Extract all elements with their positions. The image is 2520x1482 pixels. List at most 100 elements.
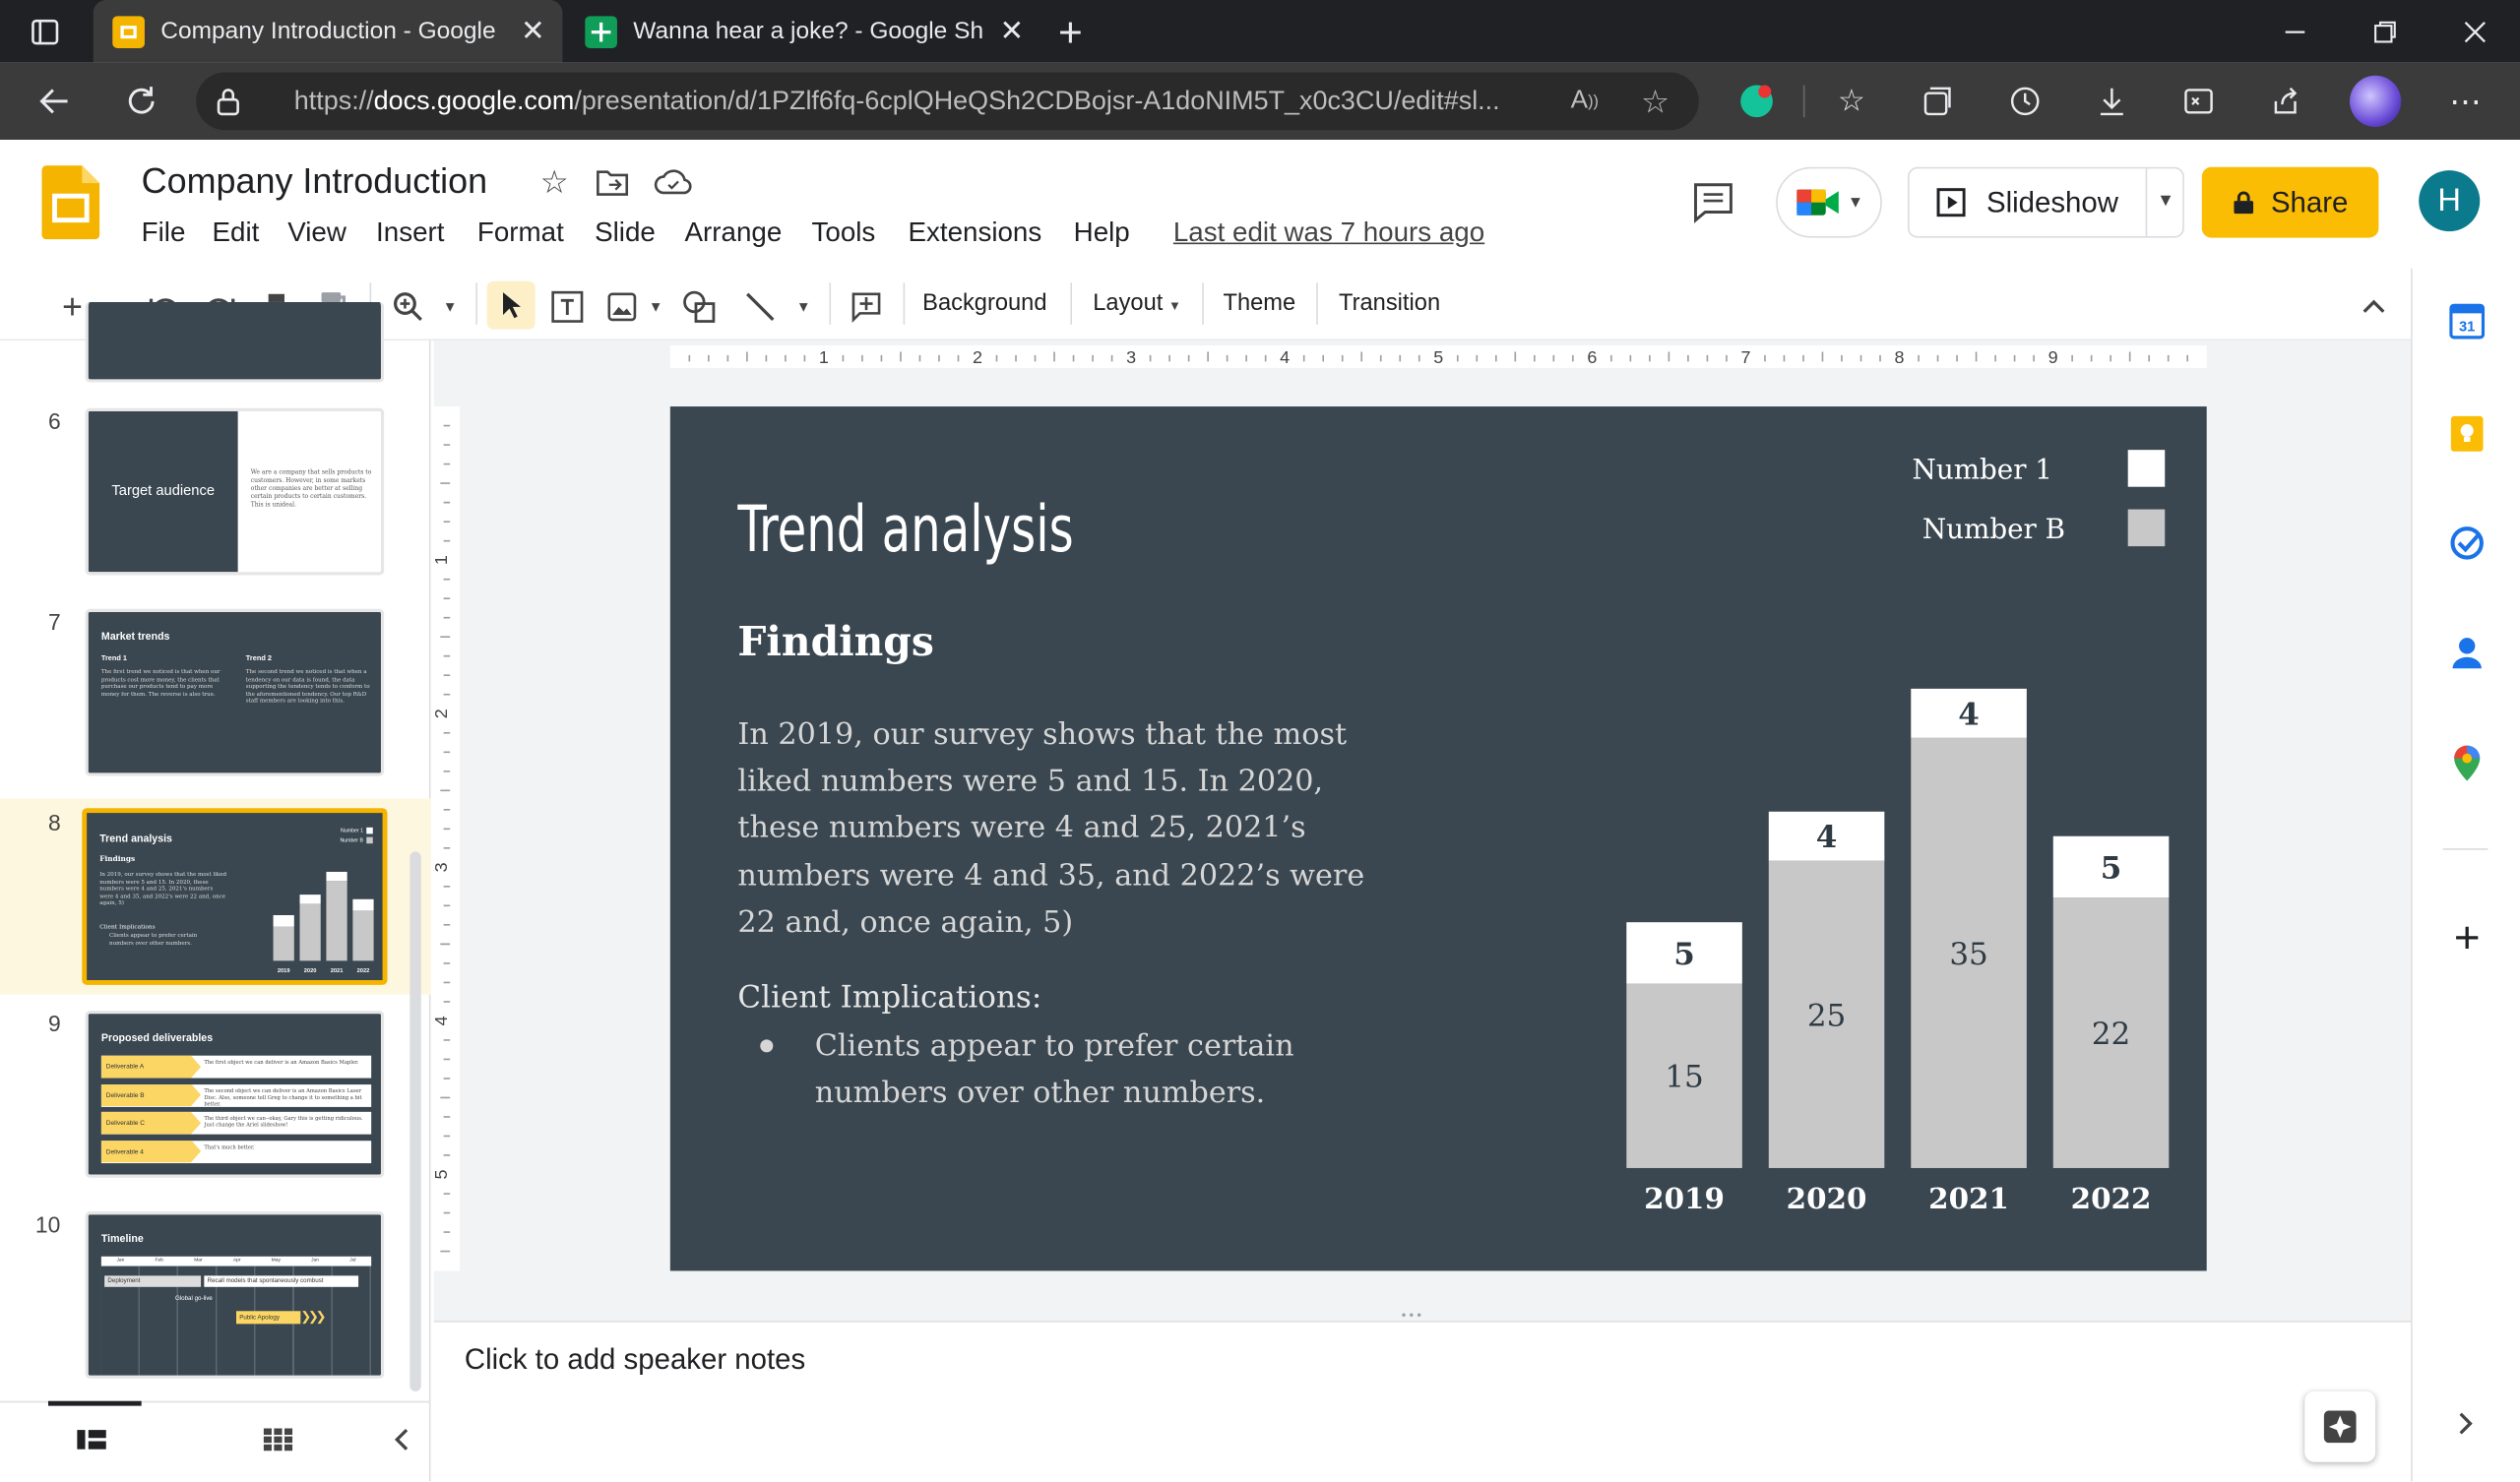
minimize-icon[interactable] — [2276, 13, 2314, 51]
vertical-ruler[interactable]: 1 2 3 4 5 — [433, 406, 460, 1271]
grid-view-icon[interactable] — [260, 1424, 295, 1456]
findings-heading[interactable]: Findings — [737, 619, 933, 665]
hide-filmstrip-chevron-icon[interactable] — [386, 1424, 418, 1456]
document-title[interactable]: Company Introduction — [142, 160, 487, 202]
meet-button[interactable]: ▼ — [1776, 166, 1882, 238]
ruler-label: 3 — [1126, 347, 1136, 367]
menu-format[interactable]: Format — [477, 216, 564, 249]
menu-tools[interactable]: Tools — [812, 216, 876, 249]
add-comment-icon[interactable] — [847, 287, 885, 326]
keep-icon[interactable] — [2448, 414, 2487, 453]
calendar-icon[interactable]: 31 — [2448, 302, 2487, 340]
theme-button[interactable]: Theme — [1223, 291, 1295, 317]
more-options-icon[interactable]: ⋯ — [2446, 82, 2485, 120]
findings-body[interactable]: In 2019, our survey shows that the most … — [737, 711, 1405, 946]
slide-thumbnail-7[interactable]: Market trends Trend 1 Trend 2 The first … — [85, 608, 385, 776]
downloads-icon[interactable] — [2093, 82, 2131, 120]
legend-swatch — [2127, 509, 2166, 547]
cursor-icon — [498, 291, 524, 320]
speaker-notes-panel[interactable]: Click to add speaker notes — [433, 1321, 2412, 1482]
background-button[interactable]: Background — [922, 291, 1046, 317]
menu-help[interactable]: Help — [1074, 216, 1130, 249]
menu-arrange[interactable]: Arrange — [685, 216, 783, 249]
reload-icon[interactable] — [122, 82, 160, 120]
close-tab-icon[interactable]: ✕ — [521, 15, 545, 48]
grammarly-extension-icon[interactable] — [1735, 81, 1777, 122]
back-icon[interactable] — [35, 82, 74, 120]
tasks-icon[interactable] — [2448, 524, 2487, 562]
menu-file[interactable]: File — [142, 216, 186, 249]
menu-edit[interactable]: Edit — [213, 216, 260, 249]
maps-icon[interactable] — [2448, 742, 2487, 783]
menu-insert[interactable]: Insert — [376, 216, 444, 249]
slideshow-button[interactable]: Slideshow ▼ — [1908, 166, 2184, 238]
data-label: 5 — [2101, 850, 2122, 886]
tab-company-introduction[interactable]: Company Introduction - Google ✕ — [93, 0, 563, 63]
slide-thumbnail-9[interactable]: Proposed deliverables Deliverable A The f… — [85, 1010, 385, 1178]
zoom-icon[interactable] — [389, 289, 427, 325]
horizontal-ruler[interactable]: 1 2 3 4 5 6 7 8 9 — [669, 345, 2207, 368]
thumb-chart: 2019 2020 2021 2022 Number 1 Number B — [273, 827, 374, 974]
add-favorite-icon[interactable]: ☆ — [1636, 82, 1674, 120]
layout-button[interactable]: Layout — [1093, 291, 1163, 317]
explore-button[interactable] — [2304, 1390, 2376, 1462]
menu-extensions[interactable]: Extensions — [908, 216, 1041, 249]
shape-icon[interactable] — [680, 287, 719, 326]
history-icon[interactable] — [2006, 82, 2045, 120]
data-label: 15 — [1665, 1060, 1703, 1095]
text-box-icon[interactable] — [548, 287, 587, 326]
thumb-deliverable-text: The third object we can--okay, Gary this… — [204, 1115, 363, 1129]
filmstrip-scrollbar[interactable] — [410, 851, 421, 1391]
line-icon[interactable] — [741, 287, 780, 326]
slide-title[interactable]: Trend analysis — [737, 493, 1073, 567]
get-addons-icon[interactable]: + — [2444, 912, 2489, 962]
restore-icon[interactable] — [2365, 13, 2404, 51]
slideshow-options-chevron-icon[interactable]: ▼ — [2157, 191, 2174, 211]
line-chevron-icon[interactable]: ▼ — [792, 295, 815, 318]
lock-icon[interactable] — [196, 86, 260, 118]
address-field[interactable]: https://docs.google.com/presentation/d/1… — [196, 72, 1699, 131]
menu-view[interactable]: View — [287, 216, 346, 249]
insert-image-icon[interactable] — [602, 287, 641, 326]
collections-icon[interactable] — [1919, 82, 1957, 120]
resize-notes-handle[interactable]: ••• — [1402, 1308, 1447, 1323]
close-tab-icon[interactable]: ✕ — [1000, 15, 1025, 48]
account-avatar[interactable]: H — [2419, 170, 2481, 232]
cloud-saved-icon[interactable] — [654, 164, 693, 200]
implication-bullet-text[interactable]: Clients appear to prefer certain numbers… — [815, 1023, 1329, 1117]
trend-chart[interactable]: 15 5 2019 25 4 2020 35 4 2021 22 5 2022 Number 1 Numb… — [1570, 422, 2197, 1258]
close-window-icon[interactable] — [2456, 13, 2494, 51]
tab-wanna-hear-a-joke[interactable]: Wanna hear a joke? - Google She ✕ — [566, 0, 1032, 63]
menu-slide[interactable]: Slide — [595, 216, 656, 249]
profile-avatar[interactable] — [2350, 75, 2402, 127]
share-page-icon[interactable] — [2266, 82, 2304, 120]
move-to-folder-icon[interactable] — [595, 164, 630, 200]
filmstrip-view-icon[interactable] — [74, 1424, 109, 1456]
favorites-icon[interactable]: ☆ — [1832, 82, 1870, 120]
last-edit-link[interactable]: Last edit was 7 hours ago — [1173, 216, 1484, 249]
select-tool-button[interactable] — [486, 280, 536, 330]
slide-thumbnail-8[interactable]: Trend analysis Findings In 2019, our sur… — [82, 808, 388, 985]
slide-thumbnail-6[interactable]: Target audience We are a company that se… — [85, 407, 385, 576]
contacts-icon[interactable] — [2448, 633, 2487, 671]
slide-8[interactable]: Trend analysis Findings In 2019, our sur… — [669, 406, 2207, 1271]
thumb-bar — [326, 871, 347, 882]
tab-actions-icon[interactable] — [29, 16, 61, 48]
show-side-panel-chevron-icon[interactable] — [2449, 1407, 2482, 1440]
star-icon[interactable]: ☆ — [536, 164, 572, 200]
image-chevron-icon[interactable]: ▼ — [645, 295, 667, 318]
layout-chevron-icon[interactable]: ▼ — [1166, 297, 1182, 313]
zoom-chevron-icon[interactable]: ▼ — [439, 295, 462, 318]
comments-icon[interactable] — [1691, 180, 1736, 225]
slide-thumbnail-10[interactable]: Timeline Jan Feb Mar Apr May Jun Jul Deploymen… — [85, 1211, 385, 1379]
transition-button[interactable]: Transition — [1339, 291, 1440, 317]
implications-heading[interactable]: Client Implications: — [737, 980, 1041, 1016]
speaker-notes-placeholder[interactable]: Click to add speaker notes — [465, 1343, 805, 1377]
slides-logo-icon[interactable] — [41, 165, 100, 240]
math-solver-icon[interactable] — [2179, 82, 2218, 120]
slide-thumbnail-5[interactable] — [85, 301, 385, 383]
read-aloud-icon[interactable]: A)) — [1565, 82, 1604, 120]
new-tab-icon[interactable]: + — [1051, 7, 1090, 55]
collapse-menus-icon[interactable] — [2357, 289, 2392, 325]
share-button[interactable]: Share — [2201, 166, 2379, 238]
